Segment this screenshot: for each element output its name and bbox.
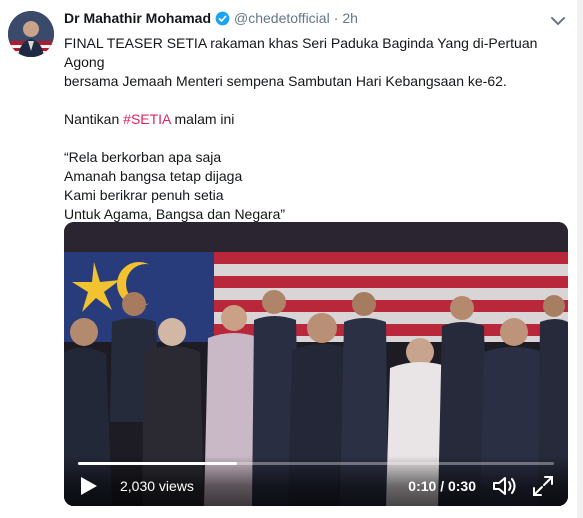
progress-fill [78,462,237,465]
volume-icon[interactable] [492,475,518,497]
fullscreen-icon[interactable] [532,475,554,497]
progress-bar[interactable] [78,462,554,465]
tweet-text-segment: Nantikan [64,111,124,127]
quote-line: “Rela berkorban apa saja [64,149,222,165]
video-controls: 2,030 views 0:10 / 0:30 [64,456,568,506]
video-timecode: 0:10 / 0:30 [408,478,476,494]
quote-line: Amanah bangsa tetap dijaga [64,168,243,184]
author-handle[interactable]: @chedetofficial [234,10,330,26]
verified-badge-icon [215,11,230,26]
tweet-text-line: FINAL TEASER SETIA rakaman khas Seri Pad… [64,35,538,70]
view-count: 2,030 views [120,478,194,494]
tweet-card[interactable]: Dr Mahathir Mohamad @chedetofficial · 2h… [0,0,583,518]
chevron-down-icon[interactable] [550,14,566,26]
tweet-text-segment: malam ini [170,111,235,127]
author-name[interactable]: Dr Mahathir Mohamad [64,10,211,26]
tweet-text-line: Nantikan #SETIA malam ini [64,110,564,129]
quote-line: Kami berikrar penuh setia [64,187,224,203]
play-icon[interactable] [80,476,98,496]
tweet-text-line: bersama Jemaah Menteri sempena Sambutan … [64,73,507,89]
tweet-timestamp[interactable]: 2h [342,10,358,26]
scrollbar[interactable] [577,0,583,518]
hashtag-link[interactable]: #SETIA [123,111,170,127]
tweet-header: Dr Mahathir Mohamad @chedetofficial · 2h [64,10,358,26]
avatar[interactable] [8,11,54,57]
separator-dot: · [333,10,339,26]
video-player[interactable]: 2,030 views 0:10 / 0:30 [64,222,568,506]
tweet-text: FINAL TEASER SETIA rakaman khas Seri Pad… [64,34,564,224]
